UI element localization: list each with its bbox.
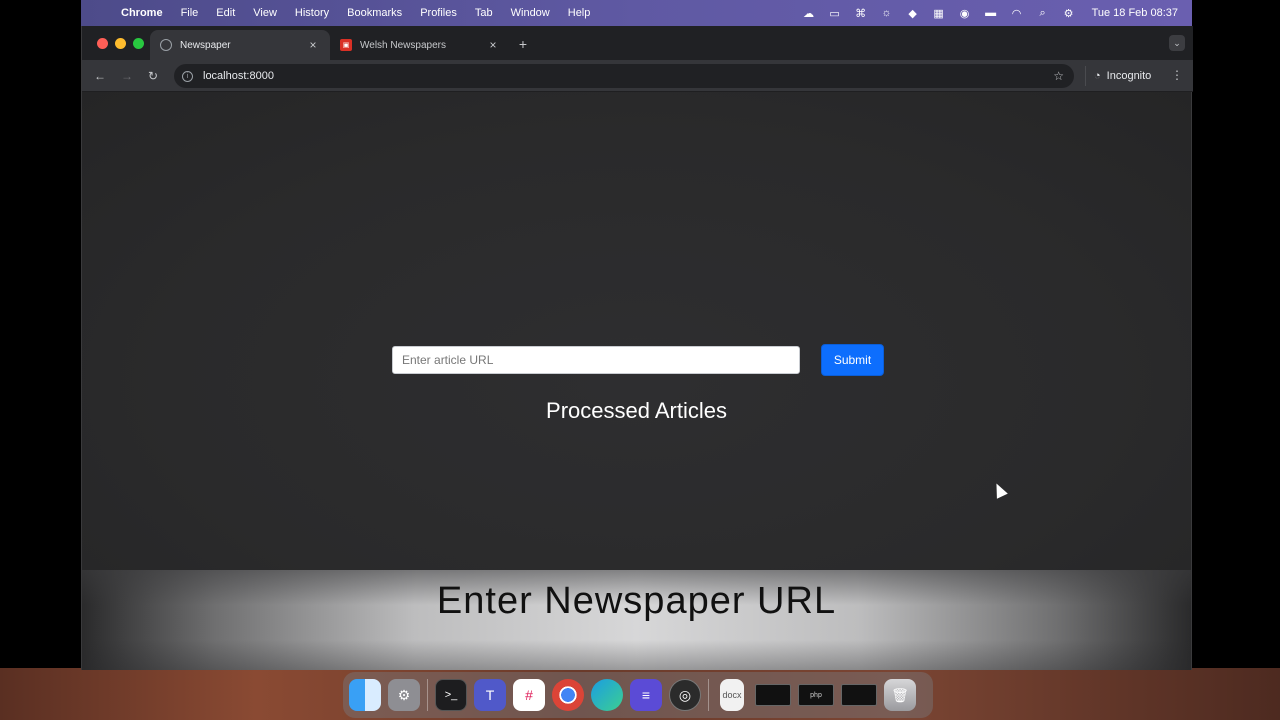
translate-icon[interactable]: ⌘ [854,7,868,20]
battery-icon[interactable]: ▬ [984,7,998,19]
finder-icon[interactable] [349,679,381,711]
reload-icon[interactable]: ↻ [145,68,161,84]
edge-icon[interactable] [591,679,623,711]
dock-separator [427,679,428,711]
tab-title: Welsh Newspapers [360,39,446,51]
red-favicon-icon: ▣ [340,39,352,51]
globe-icon [160,39,172,51]
browser-window: Newspaper × ▣ Welsh Newspapers × + ⌄ ← →… [81,26,1193,670]
dock: ⚙ >_ T # ≡ ◎ docx php 🗑 [343,672,933,718]
slack-icon[interactable]: # [513,679,545,711]
bookmark-star-icon[interactable]: ☆ [1053,69,1064,83]
cloud-icon[interactable]: ☁ [802,7,816,20]
teams-icon[interactable]: T [474,679,506,711]
php-window-thumbnail[interactable]: php [798,684,834,706]
menu-bar: Chrome File Edit View History Bookmarks … [81,0,1192,26]
back-icon[interactable]: ← [92,68,108,84]
trash-icon[interactable]: 🗑 [884,679,916,711]
tab-newspaper[interactable]: Newspaper × [150,30,330,60]
grid-icon[interactable]: ▦ [932,7,946,20]
submit-button[interactable]: Submit [821,344,884,376]
window-controls [97,38,144,49]
mouse-cursor-icon [991,480,1008,499]
address-text[interactable]: localhost:8000 [203,70,274,82]
page-content: Submit Processed Articles Enter Newspape… [82,92,1191,670]
browser-toolbar: ← → ↻ i localhost:8000 ☆ ◔ Incognito ⋮ [82,60,1193,92]
zoom-window-button[interactable] [133,38,144,49]
teams-status-icon[interactable]: ◆ [906,7,920,20]
incognito-badge[interactable]: ◔ Incognito [1085,66,1159,86]
menu-item-bookmarks[interactable]: Bookmarks [347,7,402,19]
window-thumbnail[interactable] [755,684,791,706]
weather-icon[interactable]: ☼ [880,7,894,19]
info-icon[interactable]: i [182,70,193,82]
incognito-icon: ◔ [1094,70,1101,82]
close-tab-icon[interactable]: × [486,38,500,52]
status-area: ☁ ▭ ⌘ ☼ ◆ ▦ ◉ ▬ ◠ ⌕ ⚙ Tue 18 Feb 08:37 [802,7,1178,20]
menu-item-app[interactable]: Chrome [121,7,163,19]
chrome-icon[interactable] [552,679,584,711]
forward-icon[interactable]: → [119,68,135,84]
system-settings-icon[interactable]: ⚙ [388,679,420,711]
tab-welsh-newspapers[interactable]: ▣ Welsh Newspapers × [330,30,510,60]
menu-item-help[interactable]: Help [568,7,591,19]
menu-item-profiles[interactable]: Profiles [420,7,457,19]
terminal-icon[interactable]: >_ [435,679,467,711]
menu-clock[interactable]: Tue 18 Feb 08:37 [1092,7,1178,19]
menu-item-edit[interactable]: Edit [216,7,235,19]
more-menu-icon[interactable]: ⋮ [1171,68,1183,82]
close-window-button[interactable] [97,38,108,49]
url-form: Submit [392,344,884,376]
close-tab-icon[interactable]: × [306,38,320,52]
tab-strip: Newspaper × ▣ Welsh Newspapers × + ⌄ [82,26,1193,60]
user-icon[interactable]: ◉ [958,7,972,20]
menu-item-file[interactable]: File [181,7,199,19]
text-app-icon[interactable]: ≡ [630,679,662,711]
incognito-label: Incognito [1106,70,1152,82]
processed-articles-heading: Processed Articles [546,398,727,423]
screen-record-icon[interactable]: ▭ [828,7,842,20]
window-thumbnail[interactable] [841,684,877,706]
control-center-icon[interactable]: ⚙ [1062,7,1076,20]
search-icon[interactable]: ⌕ [1036,7,1050,19]
address-bar[interactable]: i localhost:8000 ☆ [174,64,1074,88]
new-tab-icon[interactable]: + [515,36,531,52]
wifi-icon[interactable]: ◠ [1010,7,1024,20]
menu-item-view[interactable]: View [253,7,277,19]
chevron-down-icon[interactable]: ⌄ [1169,35,1185,51]
video-caption-banner: Enter Newspaper URL [82,570,1191,670]
menu-item-tab[interactable]: Tab [475,7,493,19]
caption-text: Enter Newspaper URL [436,580,837,622]
menu-item-history[interactable]: History [295,7,329,19]
document-icon[interactable]: docx [720,679,744,711]
menu-item-window[interactable]: Window [511,7,550,19]
dock-separator [708,679,709,711]
minimize-window-button[interactable] [115,38,126,49]
tab-title: Newspaper [180,39,231,51]
obs-icon[interactable]: ◎ [669,679,701,711]
article-url-input[interactable] [392,346,800,374]
